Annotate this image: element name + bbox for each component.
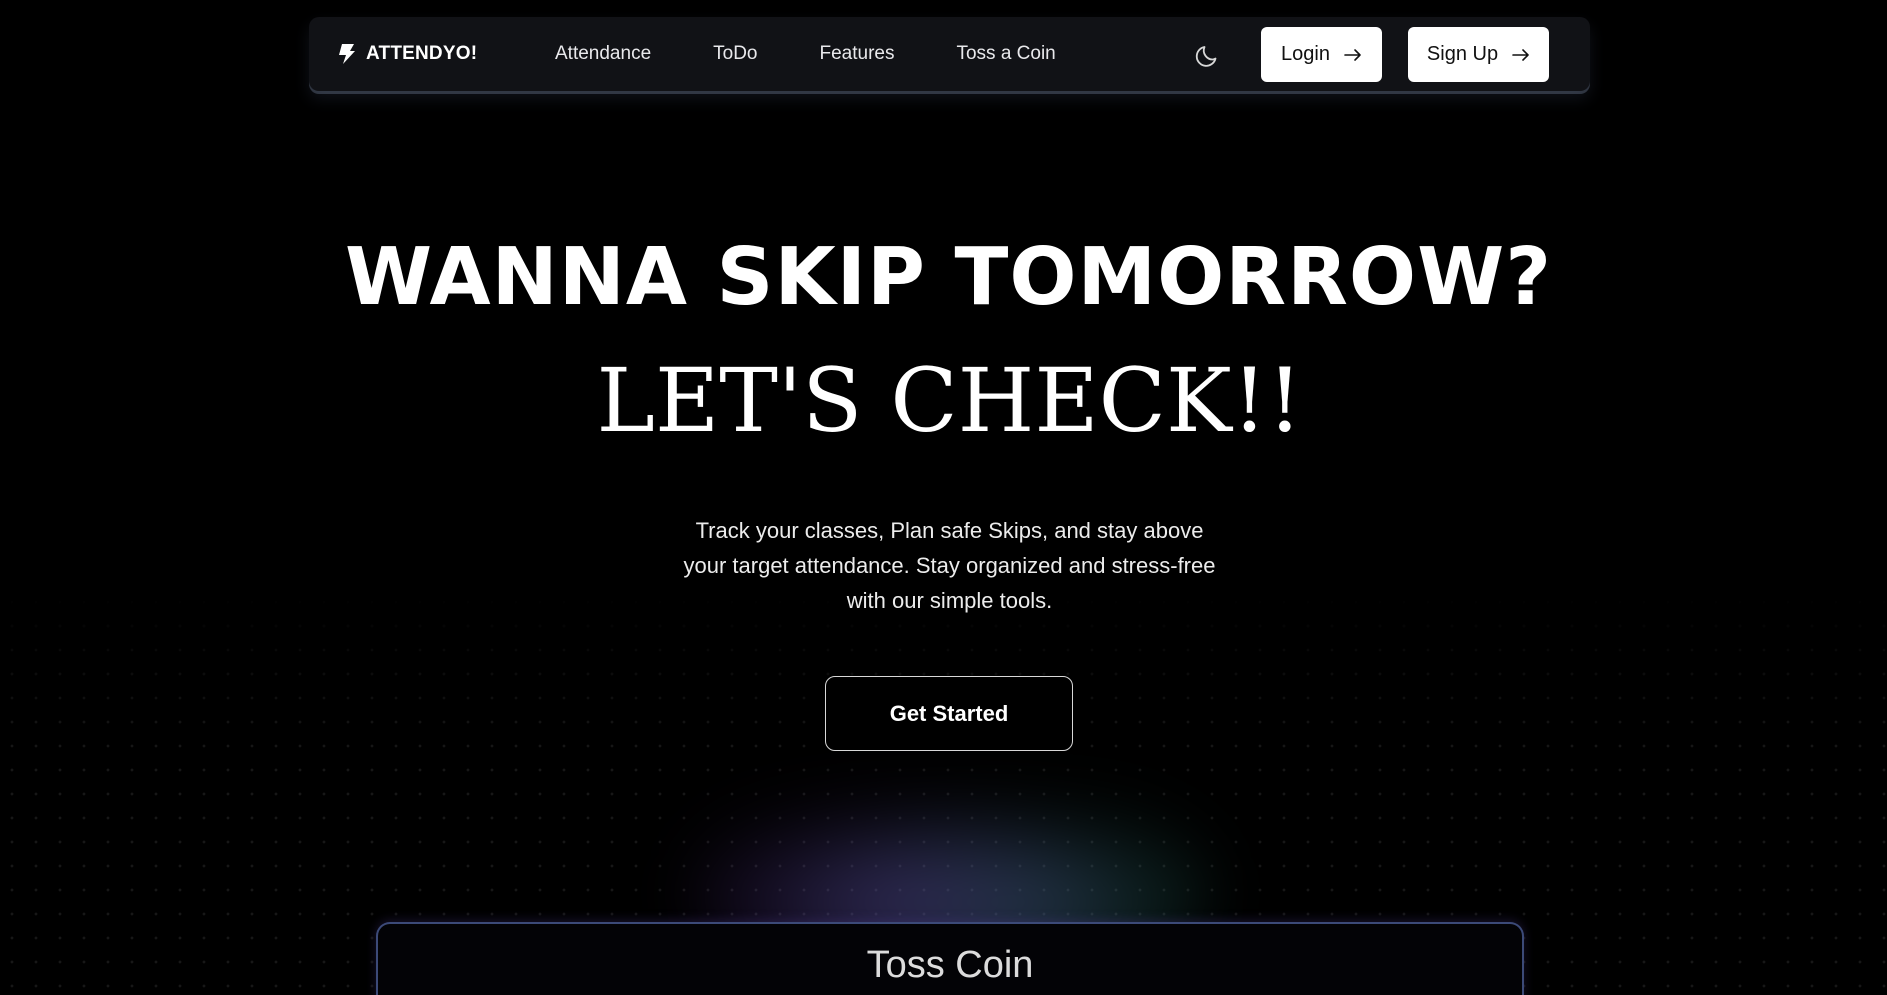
- arrow-right-icon: [1344, 48, 1361, 61]
- hero-description-line: with our simple tools.: [846, 588, 1053, 613]
- toss-coin-card: Toss Coin: [376, 922, 1524, 995]
- get-started-button[interactable]: Get Started: [825, 676, 1073, 751]
- hero-description-line: Track your classes, Plan safe Skips, and…: [695, 518, 1204, 543]
- nav-link-features[interactable]: Features: [820, 43, 895, 65]
- nav-link-toss-a-coin[interactable]: Toss a Coin: [956, 43, 1055, 65]
- brand-name: ATTENDYO!: [366, 43, 478, 64]
- landing-page: ATTENDYO! Attendance ToDo Features Toss …: [0, 0, 1887, 995]
- top-navbar: ATTENDYO! Attendance ToDo Features Toss …: [309, 17, 1590, 91]
- hero-subheading: LET'S CHECK!!: [596, 349, 1303, 452]
- brand-logo[interactable]: ATTENDYO!: [336, 17, 477, 91]
- hero-heading: WANNA SKIP TOMORROW?: [344, 231, 1553, 323]
- nav-link-attendance[interactable]: Attendance: [555, 43, 651, 65]
- hero-description: Track your classes, Plan safe Skips, and…: [660, 513, 1239, 618]
- hero-description-line: your target attendance. Stay organized a…: [683, 553, 1216, 578]
- nav-link-todo[interactable]: ToDo: [713, 43, 757, 65]
- signup-label: Sign Up: [1426, 43, 1499, 65]
- nav-links: Attendance ToDo Features Toss a Coin: [555, 17, 1118, 91]
- arrow-right-icon: [1512, 48, 1529, 61]
- card-title: Toss Coin: [866, 944, 1034, 986]
- bolt-icon: [339, 44, 355, 64]
- login-button[interactable]: Login: [1261, 27, 1382, 82]
- moon-icon[interactable]: [1194, 41, 1222, 69]
- login-label: Login: [1281, 43, 1330, 65]
- signup-button[interactable]: Sign Up: [1408, 27, 1549, 82]
